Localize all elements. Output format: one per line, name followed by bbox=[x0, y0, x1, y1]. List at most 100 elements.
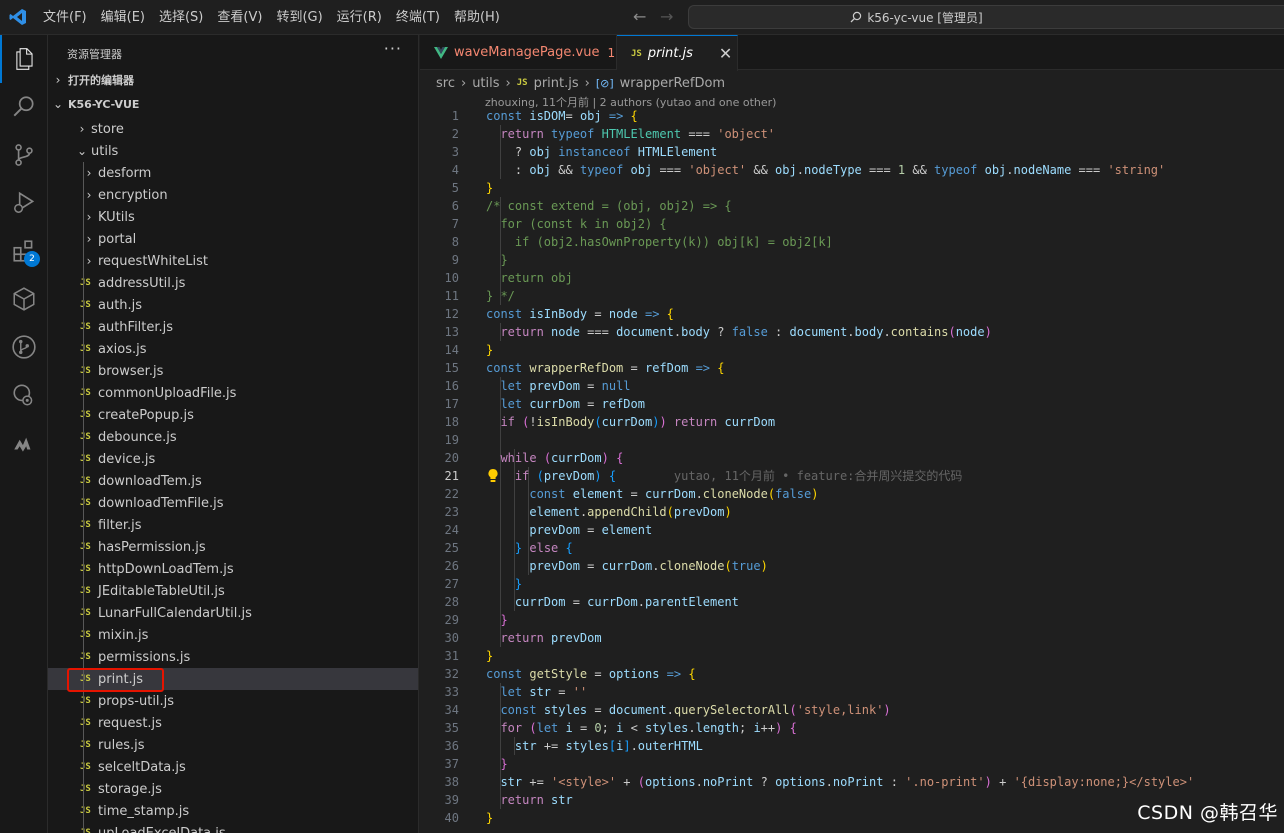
tree-file[interactable]: JS JEditableTableUtil.js bbox=[48, 580, 418, 602]
tree-file[interactable]: JS storage.js bbox=[48, 778, 418, 800]
tree-file[interactable]: JS authFilter.js bbox=[48, 316, 418, 338]
menu-item[interactable]: 转到(G) bbox=[269, 0, 329, 35]
tree-file[interactable]: JS upLoadExcelData.js bbox=[48, 822, 418, 833]
menu-item[interactable]: 查看(V) bbox=[210, 0, 269, 35]
breadcrumb-item[interactable]: src bbox=[436, 76, 455, 91]
tree-file[interactable]: JS device.js bbox=[48, 448, 418, 470]
code-line[interactable]: 2 return typeof HTMLElement === 'object' bbox=[420, 125, 1284, 143]
code-line[interactable]: 28 currDom = currDom.parentElement bbox=[420, 593, 1284, 611]
code-line[interactable]: 12 const isInBody = node => { bbox=[420, 305, 1284, 323]
tree-file[interactable]: JS selceltData.js bbox=[48, 756, 418, 778]
code-line[interactable]: 3 ? obj instanceof HTMLElement bbox=[420, 143, 1284, 161]
code-line[interactable]: 17 let currDom = refDom bbox=[420, 395, 1284, 413]
breadcrumb-item[interactable]: utils bbox=[472, 76, 499, 91]
menu-item[interactable]: 选择(S) bbox=[152, 0, 210, 35]
remote-icon[interactable] bbox=[0, 371, 48, 419]
tree-file[interactable]: JS downloadTem.js bbox=[48, 470, 418, 492]
code-line[interactable]: 6 /* const extend = (obj, obj2) => { bbox=[420, 197, 1284, 215]
tree-folder[interactable]: ⌄ utils bbox=[48, 140, 418, 162]
tree-file[interactable]: JS debounce.js bbox=[48, 426, 418, 448]
code-line[interactable]: 23 element.appendChild(prevDom) bbox=[420, 503, 1284, 521]
command-center-search[interactable]: k56-yc-vue [管理员] bbox=[688, 5, 1284, 29]
code-line[interactable]: 21 if (prevDom) { yutao, 11个月前 • feature… bbox=[420, 467, 1284, 485]
code-line[interactable]: 30 return prevDom bbox=[420, 629, 1284, 647]
code-line[interactable]: 9 } bbox=[420, 251, 1284, 269]
menu-item[interactable]: 终端(T) bbox=[389, 0, 447, 35]
box-icon[interactable] bbox=[0, 275, 48, 323]
source-control-icon[interactable] bbox=[0, 131, 48, 179]
code-line[interactable]: 8 if (obj2.hasOwnProperty(k)) obj[k] = o… bbox=[420, 233, 1284, 251]
code-line[interactable]: 31} bbox=[420, 647, 1284, 665]
tree-file[interactable]: JS LunarFullCalendarUtil.js bbox=[48, 602, 418, 624]
code-line[interactable]: 26 prevDom = currDom.cloneNode(true) bbox=[420, 557, 1284, 575]
code-line[interactable]: 13 return node === document.body ? false… bbox=[420, 323, 1284, 341]
tree-folder[interactable]: › KUtils bbox=[48, 206, 418, 228]
code-line[interactable]: 16 let prevDom = null bbox=[420, 377, 1284, 395]
code-line[interactable]: 14} bbox=[420, 341, 1284, 359]
code-line[interactable]: 5} bbox=[420, 179, 1284, 197]
code-line[interactable]: 19 bbox=[420, 431, 1284, 449]
tree-file[interactable]: JS commonUploadFile.js bbox=[48, 382, 418, 404]
tree-file[interactable]: JS httpDownLoadTem.js bbox=[48, 558, 418, 580]
more-actions-icon[interactable]: ··· bbox=[384, 39, 402, 58]
tab-print-js[interactable]: JS print.js ✕ bbox=[617, 35, 738, 71]
tree-folder[interactable]: › encryption bbox=[48, 184, 418, 206]
logo-icon[interactable] bbox=[0, 419, 48, 467]
code-line[interactable]: 10 return obj bbox=[420, 269, 1284, 287]
tree-file[interactable]: JS permissions.js bbox=[48, 646, 418, 668]
code-line[interactable]: 11} */ bbox=[420, 287, 1284, 305]
tree-file[interactable]: JS rules.js bbox=[48, 734, 418, 756]
tree-file[interactable]: JS mixin.js bbox=[48, 624, 418, 646]
code-line[interactable]: 18 if (!isInBody(currDom)) return currDo… bbox=[420, 413, 1284, 431]
code-line[interactable]: 27 } bbox=[420, 575, 1284, 593]
tree-file[interactable]: JS time_stamp.js bbox=[48, 800, 418, 822]
tree-file[interactable]: JS filter.js bbox=[48, 514, 418, 536]
breadcrumb-item[interactable]: wrapperRefDom bbox=[620, 76, 725, 91]
tree-folder[interactable]: › store bbox=[48, 118, 418, 140]
tree-folder[interactable]: › desform bbox=[48, 162, 418, 184]
code-line[interactable]: 4 : obj && typeof obj === 'object' && ob… bbox=[420, 161, 1284, 179]
tree-file[interactable]: JS axios.js bbox=[48, 338, 418, 360]
code-line[interactable]: 36 str += styles[i].outerHTML bbox=[420, 737, 1284, 755]
tree-file[interactable]: JS hasPermission.js bbox=[48, 536, 418, 558]
code-line[interactable]: 33 let str = '' bbox=[420, 683, 1284, 701]
code-line[interactable]: 25 } else { bbox=[420, 539, 1284, 557]
close-icon[interactable]: ✕ bbox=[719, 44, 732, 63]
menu-item[interactable]: 文件(F) bbox=[36, 0, 94, 35]
code-line[interactable]: 24 prevDom = element bbox=[420, 521, 1284, 539]
project-section[interactable]: ⌄ K56-YC-VUE bbox=[48, 93, 418, 115]
code-line[interactable]: 35 for (let i = 0; i < styles.length; i+… bbox=[420, 719, 1284, 737]
search-icon[interactable] bbox=[0, 83, 48, 131]
code-line[interactable]: 32 const getStyle = options => { bbox=[420, 665, 1284, 683]
code-line[interactable]: 7 for (const k in obj2) { bbox=[420, 215, 1284, 233]
tree-file[interactable]: JS createPopup.js bbox=[48, 404, 418, 426]
menu-item[interactable]: 运行(R) bbox=[330, 0, 389, 35]
forward-arrow-icon[interactable]: → bbox=[660, 7, 673, 26]
tree-file[interactable]: JS request.js bbox=[48, 712, 418, 734]
menu-item[interactable]: 帮助(H) bbox=[447, 0, 507, 35]
code-line[interactable]: 38 str += '<style>' + (options.noPrint ?… bbox=[420, 773, 1284, 791]
breadcrumb-item[interactable]: print.js bbox=[534, 76, 579, 91]
code-line[interactable]: 22 const element = currDom.cloneNode(fal… bbox=[420, 485, 1284, 503]
code-line[interactable]: 20 while (currDom) { bbox=[420, 449, 1284, 467]
menu-item[interactable]: 编辑(E) bbox=[94, 0, 152, 35]
code-line[interactable]: 15 const wrapperRefDom = refDom => { bbox=[420, 359, 1284, 377]
code-line[interactable]: 37 } bbox=[420, 755, 1284, 773]
open-editors-section[interactable]: › 打开的编辑器 bbox=[48, 69, 418, 91]
run-debug-icon[interactable] bbox=[0, 179, 48, 227]
tree-file[interactable]: JS downloadTemFile.js bbox=[48, 492, 418, 514]
explorer-icon[interactable] bbox=[0, 35, 48, 83]
tree-file[interactable]: JS addressUtil.js bbox=[48, 272, 418, 294]
code-line[interactable]: 29 } bbox=[420, 611, 1284, 629]
tree-file[interactable]: JS props-util.js bbox=[48, 690, 418, 712]
tab-wave-manage-page[interactable]: waveManagePage.vue 1 bbox=[420, 35, 617, 70]
back-arrow-icon[interactable]: ← bbox=[633, 7, 646, 26]
tree-folder[interactable]: › portal bbox=[48, 228, 418, 250]
extensions-icon[interactable]: 2 bbox=[0, 227, 48, 275]
code-line[interactable]: 34 const styles = document.querySelector… bbox=[420, 701, 1284, 719]
code-line[interactable]: 1 const isDOM= obj => { bbox=[420, 107, 1284, 125]
tree-folder[interactable]: › requestWhiteList bbox=[48, 250, 418, 272]
tree-file[interactable]: JS auth.js bbox=[48, 294, 418, 316]
tree-file[interactable]: JS browser.js bbox=[48, 360, 418, 382]
git-graph-icon[interactable] bbox=[0, 323, 48, 371]
